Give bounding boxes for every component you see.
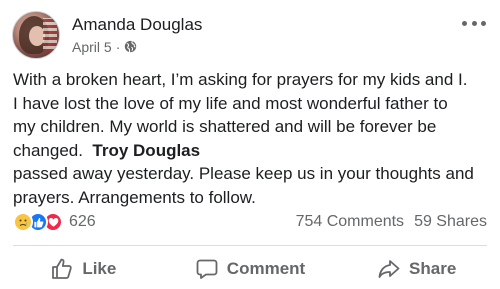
post-body-line: changed. Troy Douglas	[13, 139, 491, 163]
sad-reaction-icon	[13, 212, 33, 232]
share-arrow-icon	[378, 260, 400, 278]
divider	[13, 245, 487, 246]
post-body-line: my children. My world is shattered and w…	[13, 117, 437, 136]
comment-label: Comment	[226, 259, 306, 278]
separator: ·	[115, 38, 121, 55]
share-label: Share	[409, 259, 457, 278]
post-body-line: prayers. Arrangements to follow.	[13, 187, 256, 207]
post-subline: April 5 ·	[72, 38, 202, 56]
ellipsis-icon[interactable]	[462, 16, 486, 30]
post-body: With a broken heart, I’m asking for pray…	[13, 68, 491, 209]
action-bar: Like Comment Share	[0, 250, 500, 288]
post-stats: 626 754 Comments 59 Shares	[13, 211, 487, 233]
post-meta: Amanda Douglas April 5 ·	[72, 15, 202, 56]
reactions-summary[interactable]: 626	[13, 212, 96, 232]
reaction-count: 626	[69, 213, 96, 230]
post-header: Amanda Douglas April 5 ·	[12, 10, 202, 60]
author-name[interactable]: Amanda Douglas	[72, 15, 202, 35]
avatar[interactable]	[12, 11, 60, 59]
shares-count-link[interactable]: 59 Shares	[414, 213, 487, 231]
post-body-text: changed.	[13, 140, 93, 160]
share-button[interactable]: Share	[333, 250, 500, 288]
comment-icon	[196, 259, 218, 279]
thumbs-up-icon	[52, 258, 73, 279]
post-body-line: With a broken heart, I’m asking for pray…	[13, 70, 468, 89]
post-body-line: I have lost the love of my life and most…	[13, 93, 448, 113]
post-date[interactable]: April 5	[72, 38, 112, 56]
comments-count-link[interactable]: 754 Comments	[296, 213, 405, 231]
engagement-counts: 754 Comments 59 Shares	[296, 213, 487, 231]
facebook-post: Amanda Douglas April 5 · With a broken h…	[0, 0, 500, 289]
globe-icon[interactable]	[124, 40, 137, 53]
tagged-name-link[interactable]: Troy Douglas	[92, 141, 200, 160]
like-label: Like	[82, 259, 117, 278]
comment-button[interactable]: Comment	[167, 250, 334, 288]
like-button[interactable]: Like	[0, 250, 167, 288]
post-body-line: passed away yesterday. Please keep us in…	[13, 164, 474, 183]
